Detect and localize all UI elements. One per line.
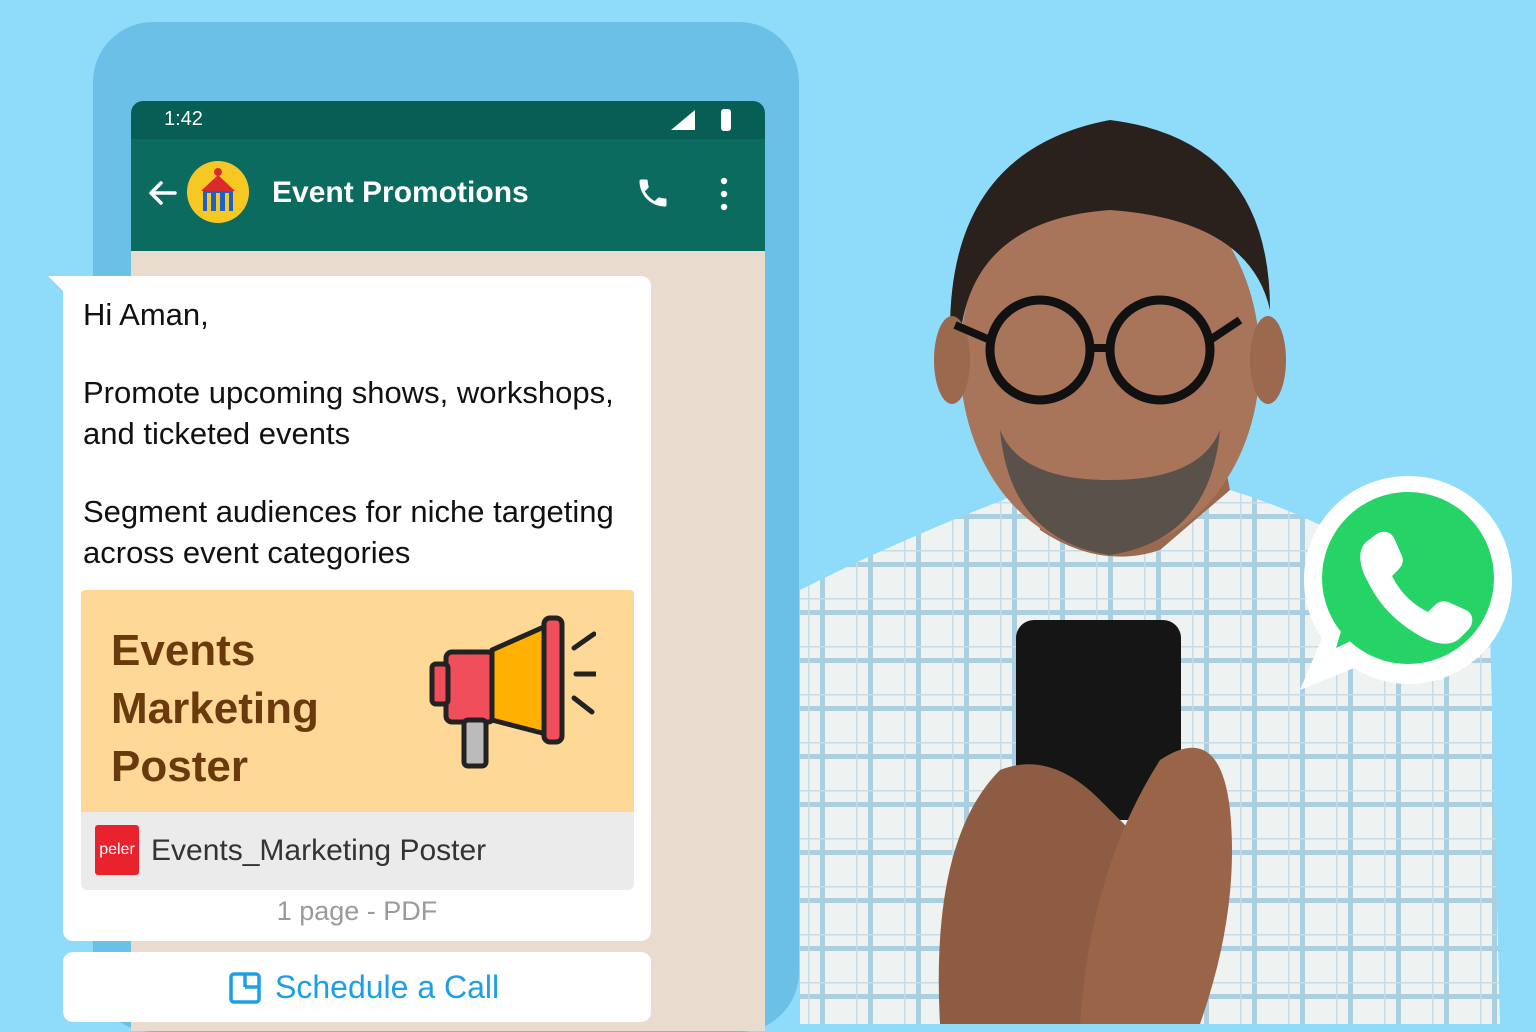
poster-title: Events Marketing Poster <box>111 626 319 791</box>
poster-preview[interactable]: Events Marketing Poster <box>81 590 634 812</box>
calendar-icon <box>229 972 261 1004</box>
signal-icon <box>671 110 695 130</box>
status-bar: 1:42 <box>131 101 765 139</box>
arrow-left-icon[interactable] <box>147 177 179 209</box>
contact-avatar[interactable] <box>187 161 249 223</box>
file-name: Events_Marketing Poster <box>151 834 487 867</box>
message-paragraph: Segment audiences for niche targeting ac… <box>83 494 614 570</box>
schedule-call-label: Schedule a Call <box>275 969 500 1005</box>
schedule-call-button[interactable]: Schedule a Call <box>63 952 651 1022</box>
status-time: 1:42 <box>164 108 203 130</box>
more-vertical-icon[interactable] <box>719 177 729 211</box>
message-greeting: Hi Aman, <box>83 297 209 332</box>
chat-title[interactable]: Event Promotions <box>272 176 529 210</box>
file-meta: 1 page - PDF <box>276 896 438 926</box>
battery-icon <box>721 109 731 131</box>
tent-icon <box>201 168 235 211</box>
whatsapp-logo-icon <box>1300 476 1512 690</box>
megaphone-icon <box>429 615 596 769</box>
file-attachment[interactable]: peler Events_Marketing Poster <box>81 812 634 890</box>
chat-header: Event Promotions <box>131 139 765 251</box>
message-paragraph: Promote upcoming shows, workshops, and t… <box>83 375 614 451</box>
message-bubble: Hi Aman, Promote upcoming shows, worksho… <box>63 276 651 941</box>
pdf-icon: peler <box>95 825 139 875</box>
phone-icon[interactable] <box>635 175 671 211</box>
